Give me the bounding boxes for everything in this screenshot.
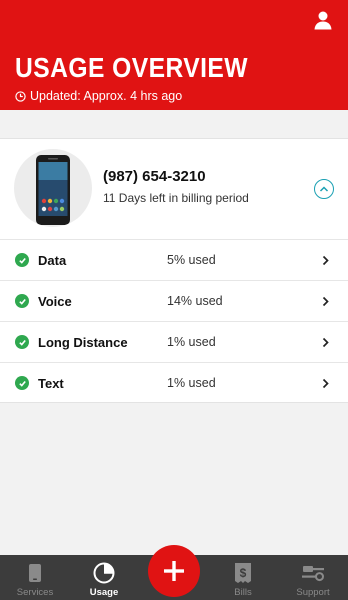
bill-icon: $ [234, 561, 252, 585]
profile-button[interactable] [312, 9, 334, 31]
usage-label: Data [38, 252, 67, 268]
chevron-up-icon [319, 186, 329, 192]
device-row[interactable]: (987) 654-3210 11 Days left in billing p… [0, 139, 348, 239]
phone-number: (987) 654-3210 [103, 168, 206, 185]
header: USAGE OVERVIEW Updated: Approx. 4 hrs ag… [0, 0, 348, 110]
usage-row-text[interactable]: Text 1% used [0, 362, 348, 403]
svg-text:$: $ [240, 566, 247, 580]
chevron-right-icon [320, 294, 330, 308]
smartphone-image [36, 155, 70, 225]
usage-row-data[interactable]: Data 5% used [0, 239, 348, 280]
usage-label: Text [38, 375, 64, 391]
usage-label: Voice [38, 293, 72, 309]
check-circle-icon [15, 294, 29, 308]
billing-period-text: 11 Days left in billing period [103, 191, 249, 205]
add-button[interactable] [148, 545, 200, 597]
check-circle-icon [15, 376, 29, 390]
collapse-button[interactable] [314, 179, 334, 199]
usage-value: 1% used [167, 376, 216, 390]
check-circle-icon [15, 253, 29, 267]
tab-support[interactable]: Support [284, 555, 342, 600]
usage-value: 1% used [167, 335, 216, 349]
tools-icon [300, 561, 326, 585]
usage-row-long-distance[interactable]: Long Distance 1% used [0, 321, 348, 362]
user-icon [314, 11, 332, 30]
plus-icon [164, 561, 184, 581]
chevron-right-icon [320, 253, 330, 267]
tab-label: Services [16, 587, 54, 598]
usage-value: 14% used [167, 294, 223, 308]
device-usage-card: (987) 654-3210 11 Days left in billing p… [0, 138, 348, 403]
tab-label: Support [296, 587, 330, 598]
tab-usage[interactable]: Usage [75, 555, 133, 600]
tab-label: Usage [89, 587, 119, 598]
pie-chart-icon [93, 561, 115, 585]
updated-text: Updated: Approx. 4 hrs ago [30, 89, 183, 103]
chevron-right-icon [320, 376, 330, 390]
phone-icon [28, 561, 42, 585]
tab-label: Bills [234, 587, 252, 598]
usage-label: Long Distance [38, 334, 128, 350]
usage-row-voice[interactable]: Voice 14% used [0, 280, 348, 321]
clock-icon [15, 90, 26, 102]
chevron-right-icon [320, 335, 330, 349]
check-circle-icon [15, 335, 29, 349]
usage-value: 5% used [167, 253, 216, 267]
device-image [14, 149, 92, 227]
tab-bills[interactable]: $ Bills [214, 555, 272, 600]
tab-services[interactable]: Services [6, 555, 64, 600]
page-title: USAGE OVERVIEW [15, 52, 248, 83]
updated-status: Updated: Approx. 4 hrs ago [15, 89, 182, 103]
